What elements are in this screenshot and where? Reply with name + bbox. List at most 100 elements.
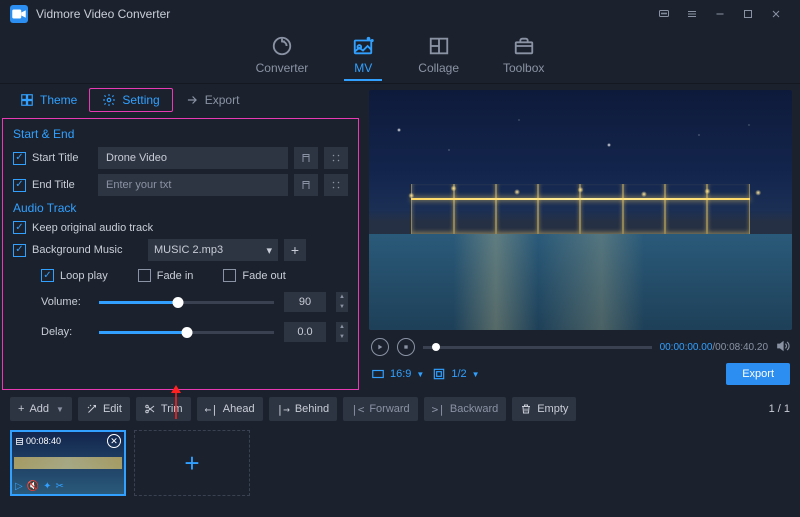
empty-button[interactable]: Empty — [512, 397, 576, 421]
start-title-label: Start Title — [32, 152, 92, 164]
backward-button[interactable]: >|Backward — [424, 397, 507, 421]
annotation-arrow — [169, 385, 183, 419]
volume-label: Volume: — [41, 296, 89, 308]
end-title-checkbox[interactable] — [13, 179, 26, 192]
end-title-font-button[interactable] — [294, 174, 318, 196]
volume-slider[interactable] — [99, 301, 274, 304]
film-icon — [15, 437, 24, 446]
subtab-label: Setting — [122, 93, 159, 107]
theme-icon — [20, 93, 34, 107]
end-title-more-button[interactable] — [324, 174, 348, 196]
subtab-label: Theme — [40, 93, 77, 107]
chevron-down-icon: ▼ — [472, 370, 480, 379]
tab-label: Toolbox — [503, 61, 544, 75]
clip-effects-icon[interactable]: ✦ — [43, 481, 51, 492]
section-start-end: Start & End — [13, 127, 348, 141]
end-title-input[interactable] — [98, 174, 288, 196]
aspect-value: 16:9 — [390, 368, 411, 380]
timeline: 00:08:40 ✕ ▷ 🔇 ✦ ✂ + — [0, 426, 800, 506]
bg-music-select[interactable]: MUSIC 2.mp3 ▾ — [148, 239, 278, 261]
start-title-input[interactable] — [98, 147, 288, 169]
converter-icon — [271, 35, 293, 57]
delay-spinner[interactable]: ▲▼ — [336, 322, 348, 342]
bg-music-value: MUSIC 2.mp3 — [154, 244, 223, 256]
clip-thumbnail[interactable]: 00:08:40 ✕ ▷ 🔇 ✦ ✂ — [10, 430, 126, 496]
titlebar: Vidmore Video Converter — [0, 0, 800, 28]
play-button[interactable] — [371, 338, 389, 356]
section-audio-track: Audio Track — [13, 201, 348, 215]
tab-mv[interactable]: MV — [344, 31, 382, 81]
forward-button[interactable]: |<Forward — [343, 397, 418, 421]
top-tabs: Converter MV Collage Toolbox — [0, 28, 800, 84]
seek-bar[interactable] — [423, 346, 652, 349]
app-name: Vidmore Video Converter — [36, 7, 170, 21]
mv-icon — [352, 35, 374, 57]
start-title-more-button[interactable] — [324, 147, 348, 169]
clip-toolbar: +Add▼ Edit Trim ←|Ahead |→Behind |<Forwa… — [0, 392, 800, 426]
app-logo — [10, 5, 28, 23]
video-preview[interactable] — [369, 90, 792, 330]
start-title-font-button[interactable] — [294, 147, 318, 169]
fadeout-label: Fade out — [242, 270, 285, 282]
volume-spinner[interactable]: ▲▼ — [336, 292, 348, 312]
tab-label: MV — [354, 61, 372, 75]
settings-panel: Start & End Start Title End Title Audio … — [2, 118, 359, 390]
tab-collage[interactable]: Collage — [410, 31, 467, 81]
clip-mute-icon[interactable]: 🔇 — [27, 481, 39, 492]
aspect-icon — [371, 367, 385, 381]
feedback-icon[interactable] — [650, 4, 678, 24]
clip-play-icon[interactable]: ▷ — [15, 481, 23, 492]
aspect-ratio-select[interactable]: 16:9 ▼ — [371, 367, 424, 381]
clip-remove-button[interactable]: ✕ — [107, 434, 121, 448]
chevron-down-icon: ▾ — [266, 244, 272, 257]
delay-value[interactable]: 0.0 — [284, 322, 326, 342]
add-clip-button[interactable]: + — [134, 430, 250, 496]
subtab-theme[interactable]: Theme — [8, 89, 89, 111]
add-music-button[interactable]: + — [284, 239, 306, 261]
export-button[interactable]: Export — [726, 363, 790, 385]
volume-value[interactable]: 90 — [284, 292, 326, 312]
zoom-value: 1/2 — [451, 368, 466, 380]
fadein-label: Fade in — [157, 270, 194, 282]
bg-music-checkbox[interactable] — [13, 244, 26, 257]
zoom-select[interactable]: 1/2 ▼ — [432, 367, 479, 381]
stop-button[interactable] — [397, 338, 415, 356]
behind-button[interactable]: |→Behind — [269, 397, 338, 421]
delay-slider[interactable] — [99, 331, 274, 334]
playbar: 00:00:00.00/00:08:40.20 — [369, 334, 792, 360]
subtab-label: Export — [205, 93, 240, 107]
time-display: 00:00:00.00/00:08:40.20 — [660, 342, 768, 353]
scissors-icon — [144, 403, 156, 415]
zoom-icon — [432, 367, 446, 381]
keep-original-checkbox[interactable] — [13, 221, 26, 234]
edit-button[interactable]: Edit — [78, 397, 130, 421]
backward-icon: >| — [432, 403, 445, 416]
loop-checkbox[interactable] — [41, 269, 54, 282]
menu-icon[interactable] — [678, 4, 706, 24]
collage-icon — [428, 35, 450, 57]
subtab-setting[interactable]: Setting — [89, 88, 172, 112]
maximize-button[interactable] — [734, 4, 762, 24]
tab-toolbox[interactable]: Toolbox — [495, 31, 552, 81]
chevron-down-icon: ▼ — [56, 405, 64, 414]
tab-label: Collage — [418, 61, 459, 75]
toolbox-icon — [513, 35, 535, 57]
tab-converter[interactable]: Converter — [248, 31, 317, 81]
fadein-checkbox[interactable] — [138, 269, 151, 282]
forward-icon: |< — [351, 403, 364, 416]
end-title-label: End Title — [32, 179, 92, 191]
clip-trim-icon[interactable]: ✂ — [56, 481, 64, 492]
start-title-checkbox[interactable] — [13, 152, 26, 165]
wand-icon — [86, 403, 98, 415]
close-button[interactable] — [762, 4, 790, 24]
sub-tabs: Theme Setting Export — [0, 84, 365, 116]
volume-icon[interactable] — [776, 339, 790, 356]
current-time: 00:00:00.00 — [660, 342, 713, 353]
loop-label: Loop play — [60, 270, 108, 282]
ahead-button[interactable]: ←|Ahead — [197, 397, 263, 421]
bg-music-label: Background Music — [32, 244, 142, 256]
subtab-export[interactable]: Export — [173, 89, 252, 111]
minimize-button[interactable] — [706, 4, 734, 24]
fadeout-checkbox[interactable] — [223, 269, 236, 282]
add-button[interactable]: +Add▼ — [10, 397, 72, 421]
